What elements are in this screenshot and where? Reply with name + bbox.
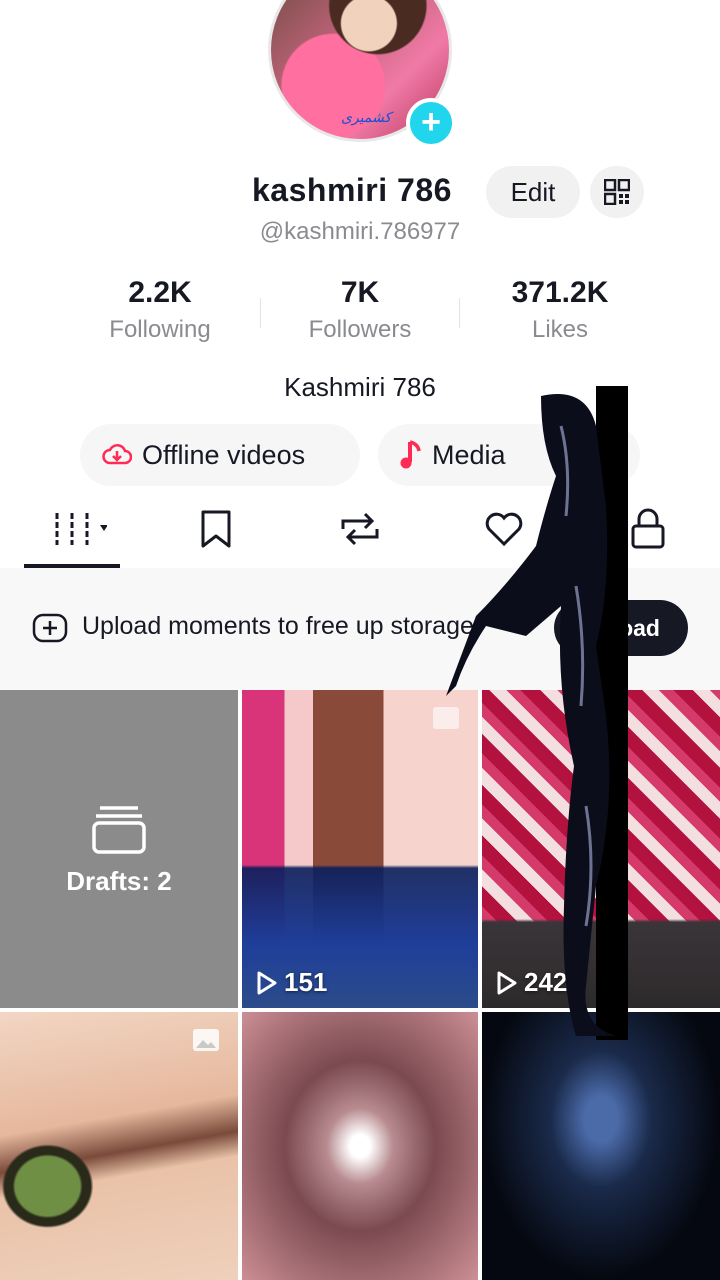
tab-videos[interactable] [24,490,120,568]
tab-favorites[interactable] [168,490,264,568]
stat-value: 2.2K [128,276,192,309]
avatar-caption: کشمیری [341,109,392,125]
stat-value: 371.2K [511,276,609,309]
play-icon [257,971,277,994]
profile-avatar-area: کشمیری + [268,0,456,148]
banner-text: Upload moments to free up storage [82,612,474,640]
music-note-icon [400,440,421,469]
qr-code-icon [604,179,630,205]
divider [260,298,261,328]
stat-value: 7K [340,276,380,309]
display-name: kashmiri 786 [252,172,452,208]
add-story-button[interactable]: + [406,98,456,148]
view-count: 151 [256,967,327,998]
video-thumbnail[interactable] [0,1012,238,1280]
stat-label: Following [109,316,211,343]
offline-videos-button[interactable]: Offline videos [80,424,360,486]
drafts-box-icon [92,806,146,854]
repost-icon [341,512,379,546]
pill-label: Offline videos [142,439,306,470]
lock-icon [631,508,665,549]
overlay-sticker [446,386,628,1040]
name-row: kashmiri 786 Edit [0,166,720,218]
video-thumbnail[interactable]: 151 [242,690,478,1008]
stat-following[interactable]: 2.2K Following [60,276,260,356]
video-thumbnail[interactable] [242,1012,478,1280]
photo-icon [193,1029,219,1051]
tab-reposts[interactable] [312,490,408,568]
cloud-download-icon [102,444,132,465]
stat-label: Likes [531,316,589,343]
view-count-value: 151 [284,967,328,997]
videos-grid-icon [55,513,107,545]
qr-code-button[interactable] [590,166,644,218]
stat-label: Followers [308,316,412,343]
bookmark-icon [201,510,231,548]
username-handle: @kashmiri.786977 [259,218,461,245]
profile-stats: 2.2K Following 7K Followers 371.2K Likes [60,276,660,356]
stat-followers[interactable]: 7K Followers [260,276,460,356]
drafts-label: Drafts: 2 [66,866,172,896]
add-circle-icon [32,613,68,643]
drafts-tile[interactable]: Drafts: 2 [0,690,238,1008]
video-thumbnail[interactable] [482,1012,720,1280]
stat-likes[interactable]: 371.2K Likes [460,276,660,356]
edit-profile-button[interactable]: Edit [486,166,580,218]
